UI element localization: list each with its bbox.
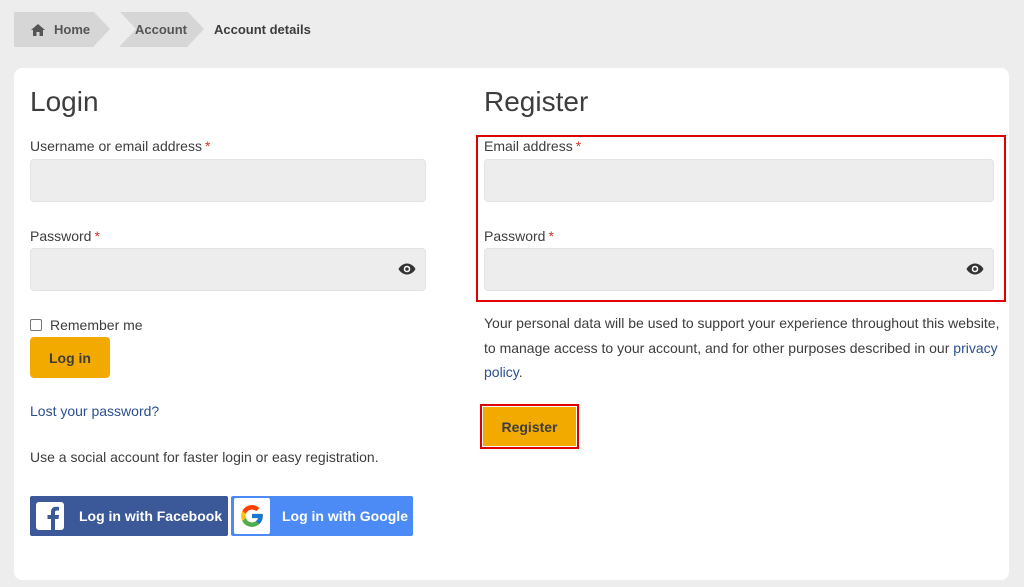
facebook-login-button[interactable]: Log in with Facebook: [30, 496, 228, 536]
login-password-input[interactable]: [30, 248, 426, 291]
breadcrumb-current: Account details: [214, 22, 311, 37]
account-card: Login Username or email address * Passwor…: [14, 68, 1009, 580]
remember-me-label: Remember me: [50, 317, 143, 333]
username-input[interactable]: [30, 159, 426, 202]
login-button[interactable]: Log in: [30, 337, 110, 378]
username-label-text: Username or email address: [30, 138, 202, 154]
facebook-icon: [36, 502, 64, 530]
lost-password-link[interactable]: Lost your password?: [30, 403, 159, 419]
register-password-input[interactable]: [484, 248, 994, 291]
facebook-icon-box: [31, 497, 69, 535]
google-icon: [241, 505, 263, 527]
login-password-label-text: Password: [30, 228, 92, 244]
google-icon-box: [234, 498, 270, 534]
register-email-label: Email address *: [484, 138, 581, 154]
breadcrumb-account-link[interactable]: Account: [120, 12, 204, 47]
show-register-password-eye-icon[interactable]: [966, 263, 984, 275]
required-marker: *: [94, 228, 100, 244]
google-login-button[interactable]: Log in with Google: [231, 496, 413, 536]
remember-me-checkbox[interactable]: [30, 319, 42, 331]
register-password-label-text: Password: [484, 228, 546, 244]
register-password-label: Password *: [484, 228, 554, 244]
privacy-notice-end: .: [518, 364, 523, 380]
google-login-label: Log in with Google: [282, 508, 408, 524]
breadcrumb-account-label: Account: [135, 22, 187, 37]
show-password-eye-icon[interactable]: [398, 263, 416, 275]
username-label: Username or email address *: [30, 138, 210, 154]
register-email-label-text: Email address: [484, 138, 573, 154]
required-marker: *: [548, 228, 554, 244]
required-marker: *: [575, 138, 582, 154]
home-icon: [31, 23, 45, 36]
register-button[interactable]: Register: [483, 407, 576, 446]
register-title: Register: [484, 86, 589, 117]
privacy-notice: Your personal data will be used to suppo…: [484, 311, 1004, 385]
register-email-input[interactable]: [484, 159, 994, 202]
remember-me-row[interactable]: Remember me: [30, 317, 143, 333]
login-title: Login: [30, 86, 99, 117]
required-marker: *: [204, 138, 211, 154]
privacy-notice-text: Your personal data will be used to suppo…: [484, 315, 1000, 356]
facebook-login-label: Log in with Facebook: [79, 508, 223, 524]
login-password-label: Password *: [30, 228, 100, 244]
social-login-text: Use a social account for faster login or…: [30, 449, 379, 465]
breadcrumb-home-label: Home: [54, 22, 91, 37]
breadcrumb-home-link[interactable]: Home: [14, 12, 110, 47]
